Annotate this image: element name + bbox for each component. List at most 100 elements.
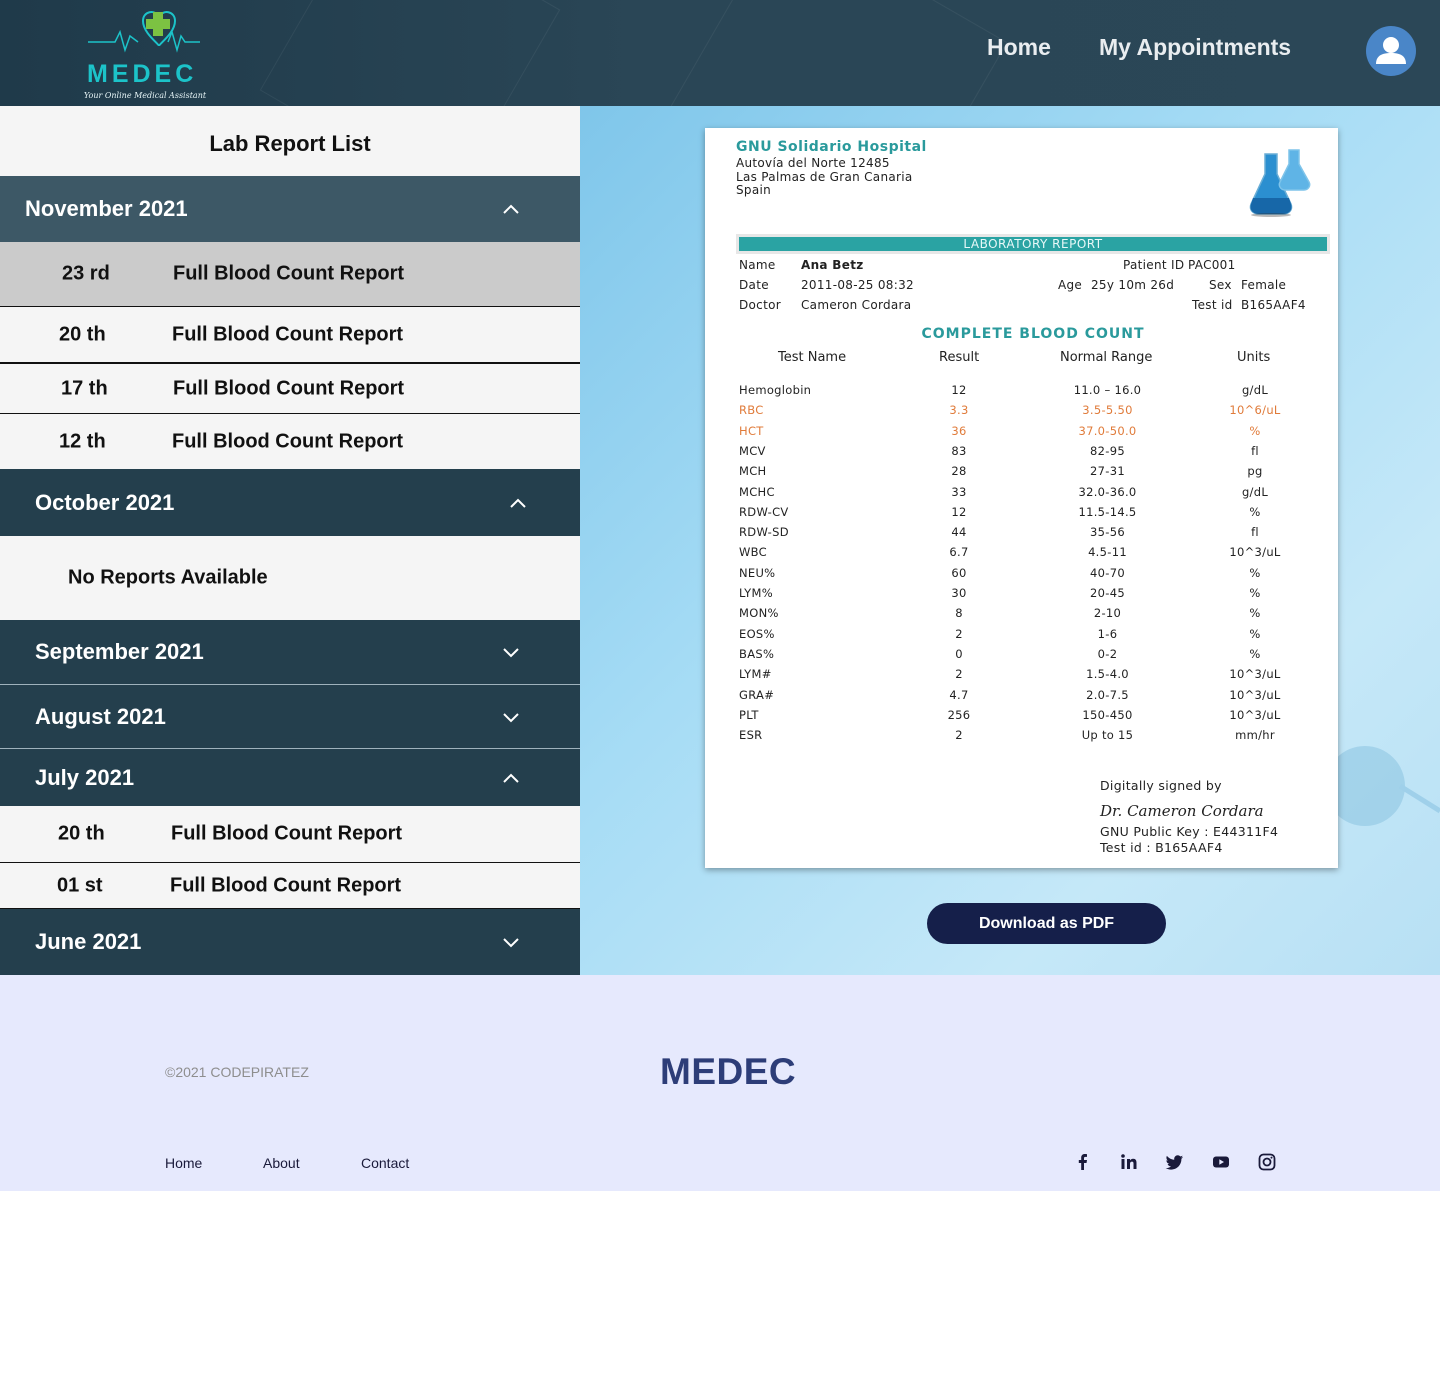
month-header-july-2021[interactable]: July 2021: [0, 749, 580, 806]
normal-range: 0-2: [1097, 646, 1118, 661]
column-header: Test Name: [778, 350, 847, 365]
twitter-icon[interactable]: [1165, 1152, 1185, 1172]
report-row[interactable]: 01 st Full Blood Count Report: [0, 863, 580, 908]
chevron-down-icon: [503, 712, 519, 722]
signature-label: Digitally signed by: [1100, 778, 1222, 793]
test-unit: 10^3/uL: [1229, 545, 1281, 560]
result-row: RDW-CV 12 11.5-14.5%: [705, 505, 1338, 525]
test-unit: g/dL: [1241, 484, 1269, 499]
normal-range: 2.0-7.5: [1086, 687, 1129, 702]
test-unit: 10^6/uL: [1229, 403, 1281, 418]
report-row[interactable]: 12 th Full Blood Count Report: [0, 414, 580, 469]
test-result: 2: [955, 728, 963, 743]
name-label: Name: [739, 258, 776, 272]
report-row[interactable]: 17 th Full Blood Count Report: [0, 364, 580, 413]
test-name: MCHC: [739, 484, 775, 499]
test-id-label: Test id: [1192, 298, 1233, 312]
month-label: August 2021: [35, 703, 166, 729]
test-name: LYM#: [739, 667, 772, 682]
report-name: Full Blood Count Report: [173, 262, 405, 285]
test-name: GRA#: [739, 687, 775, 702]
address-line: Autovía del Norte 12485: [736, 156, 890, 170]
test-name: NEU%: [739, 565, 776, 580]
column-header: Normal Range: [1060, 350, 1153, 365]
footer-home-link[interactable]: Home: [165, 1155, 202, 1171]
month-header-september-2021[interactable]: September 2021: [0, 620, 580, 684]
test-name: LYM%: [739, 586, 773, 600]
nav-home-link[interactable]: Home: [987, 34, 1051, 61]
download-pdf-button[interactable]: Download as PDF: [927, 903, 1166, 944]
result-row: RBC 3.3 3.5-5.50 10^6/uL: [705, 403, 1338, 423]
report-banner-label: LABORATORY REPORT: [739, 237, 1327, 251]
test-unit: %: [1249, 504, 1261, 519]
chevron-down-icon: [503, 938, 519, 948]
test-result: 83: [951, 443, 967, 458]
normal-range: 2-10: [1093, 606, 1122, 621]
result-row: MCHC 33 32.0-36.0 g/dL: [705, 485, 1338, 505]
normal-range: 1.5-4.0: [1086, 667, 1129, 682]
result-row: MCV 83 82-95 fl: [705, 444, 1338, 464]
month-header-june-2021[interactable]: June 2021: [0, 908, 580, 975]
normal-range: 11.0 – 16.0: [1073, 383, 1142, 397]
test-name: Hemoglobin: [739, 383, 812, 397]
result-row: HCT 36 37.0-50.0%: [705, 424, 1338, 444]
test-unit: 10^3/uL: [1229, 667, 1281, 682]
test-name: HCT: [739, 423, 764, 438]
user-icon: [1376, 37, 1406, 64]
normal-range: 4.5-11: [1088, 545, 1127, 560]
nav-my-appointments-link[interactable]: My Appointments: [1099, 34, 1291, 61]
test-result: 0: [955, 646, 963, 661]
test-name: RDW-SD: [739, 525, 789, 540]
report-day: 20 th: [58, 822, 105, 845]
test-result: 12: [951, 383, 967, 397]
report-row[interactable]: 20 th Full Blood Count Report: [0, 806, 580, 862]
signature-test-id: Test id : B165AAF4: [1100, 840, 1223, 855]
instagram-icon[interactable]: [1257, 1152, 1277, 1172]
month-label: October 2021: [35, 489, 175, 515]
youtube-icon[interactable]: [1211, 1152, 1231, 1172]
user-avatar-button[interactable]: [1366, 26, 1416, 76]
report-row-selected[interactable]: 23 rd Full Blood Count Report: [0, 242, 580, 306]
test-result: 8: [955, 606, 963, 621]
chevron-up-icon: [510, 498, 526, 508]
facebook-icon[interactable]: [1073, 1152, 1093, 1172]
report-day: 23 rd: [62, 262, 110, 285]
month-header-august-2021[interactable]: August 2021: [0, 685, 580, 748]
result-row: GRA# 4.7 2.0-7.5 10^3/uL: [705, 688, 1338, 708]
empty-state: No Reports Available: [0, 536, 580, 620]
chevron-up-icon: [503, 204, 519, 214]
report-day: 01 st: [57, 874, 103, 896]
copyright-text: ©2021 CODEPIRATEZ: [165, 1064, 309, 1080]
result-row: MCH 28 27-31 pg: [705, 464, 1338, 484]
hospital-name: GNU Solidario Hospital: [736, 139, 927, 155]
medec-logo[interactable]: MEDEC Your Online Medical Assistant: [60, 6, 230, 104]
test-unit: mm/hr: [1235, 728, 1275, 743]
result-row: MON% 8 2-10%: [705, 606, 1338, 626]
test-unit: 10^3/uL: [1229, 687, 1281, 702]
footer: ©2021 CODEPIRATEZ MEDEC Home About Conta…: [0, 975, 1440, 1191]
background-pattern: [259, 0, 561, 106]
footer-about-link[interactable]: About: [263, 1155, 300, 1171]
age-label: Age: [1058, 278, 1083, 292]
address-line: Las Palmas de Gran Canaria: [736, 170, 913, 184]
top-navbar: MEDEC Your Online Medical Assistant Home…: [0, 0, 1440, 106]
test-result: 3.3: [949, 403, 969, 418]
month-header-october-2021[interactable]: October 2021: [0, 469, 580, 536]
test-unit: %: [1249, 646, 1261, 661]
report-row[interactable]: 20 th Full Blood Count Report: [0, 307, 580, 362]
normal-range: 37.0-50.0: [1078, 423, 1137, 438]
lab-report-document: GNU Solidario Hospital Autovía del Norte…: [705, 128, 1338, 868]
patient-age: 25y 10m 26d: [1091, 278, 1175, 292]
test-unit: 10^3/uL: [1229, 707, 1281, 722]
test-result: 12: [951, 504, 967, 519]
footer-contact-link[interactable]: Contact: [361, 1155, 409, 1171]
result-row: RDW-SD 44 35-56 fl: [705, 525, 1338, 545]
normal-range: 40-70: [1090, 565, 1125, 580]
linkedin-icon[interactable]: [1119, 1152, 1139, 1172]
report-name: Full Blood Count Report: [170, 874, 402, 896]
logo-tagline: Your Online Medical Assistant: [83, 91, 207, 100]
footer-logo[interactable]: MEDEC: [660, 1051, 796, 1093]
month-header-november-2021[interactable]: November 2021: [0, 176, 580, 242]
test-name: MCV: [739, 443, 766, 458]
no-reports-text: No Reports Available: [68, 566, 268, 589]
